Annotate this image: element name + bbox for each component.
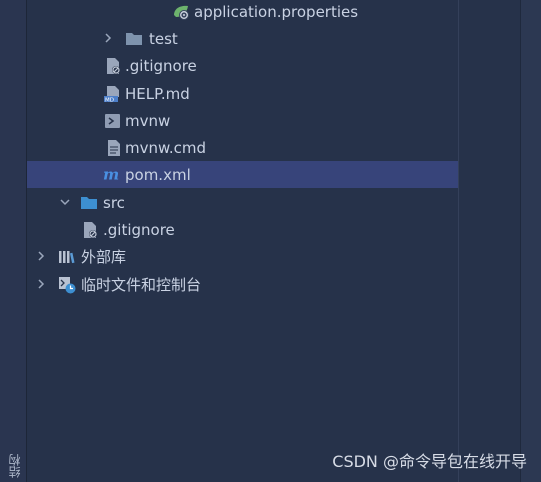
maven-icon: m <box>103 165 119 183</box>
project-tree: application.properties test .gitignore M… <box>27 0 458 482</box>
right-tool-strip <box>520 0 541 482</box>
tree-item-help-md[interactable]: MD HELP.md <box>27 80 458 107</box>
ignore-file-icon <box>84 222 97 238</box>
tree-item-label: 临时文件和控制台 <box>81 276 202 294</box>
svg-text:m: m <box>103 165 119 183</box>
tree-item-label: 外部库 <box>81 248 127 266</box>
tree-item-test[interactable]: test <box>27 25 458 52</box>
shell-script-icon <box>105 114 120 128</box>
tree-item-label: application.properties <box>194 2 359 21</box>
text-file-icon <box>108 140 120 156</box>
tree-item-label: .gitignore <box>103 220 175 239</box>
tree-item-pom-xml[interactable]: m pom.xml <box>27 161 458 188</box>
tree-item-label: pom.xml <box>125 165 191 184</box>
svg-text:MD: MD <box>105 97 114 103</box>
tree-item-label: HELP.md <box>125 84 190 103</box>
tree-item-label: test <box>149 29 178 48</box>
scratches-icon <box>59 277 76 294</box>
tree-item-scratches-and-consoles[interactable]: 临时文件和控制台 <box>27 271 458 298</box>
spring-properties-icon <box>174 5 189 20</box>
chevron-right-icon[interactable] <box>34 249 48 263</box>
watermark: CSDN @命令导包在线开导 <box>332 452 527 471</box>
tree-item-application-properties[interactable]: application.properties <box>27 0 458 25</box>
chevron-right-icon[interactable] <box>101 31 115 45</box>
folder-icon <box>126 33 142 45</box>
markdown-file-icon: MD <box>104 86 119 103</box>
tree-item-label: mvnw.cmd <box>125 138 207 157</box>
tree-item-mvnw[interactable]: mvnw <box>27 107 458 134</box>
tree-item-label: mvnw <box>125 111 171 130</box>
chevron-down-icon[interactable] <box>58 195 72 209</box>
ignore-file-icon <box>107 58 120 74</box>
tree-item-label: src <box>103 193 125 212</box>
right-panel <box>458 0 521 482</box>
tree-item-gitignore[interactable]: .gitignore <box>27 52 458 79</box>
chevron-right-icon[interactable] <box>34 277 48 291</box>
library-icon <box>59 251 75 264</box>
tree-item-label: .gitignore <box>125 56 197 75</box>
tree-item-mvnw-cmd[interactable]: mvnw.cmd <box>27 134 458 161</box>
structure-tab[interactable]: 结构 <box>6 454 22 478</box>
tree-item-src[interactable]: src <box>27 189 458 216</box>
tree-item-gitignore-root[interactable]: .gitignore <box>27 216 458 243</box>
tree-item-external-libraries[interactable]: 外部库 <box>27 243 458 270</box>
folder-icon <box>81 197 97 209</box>
left-tool-strip: 结构 <box>0 0 27 482</box>
